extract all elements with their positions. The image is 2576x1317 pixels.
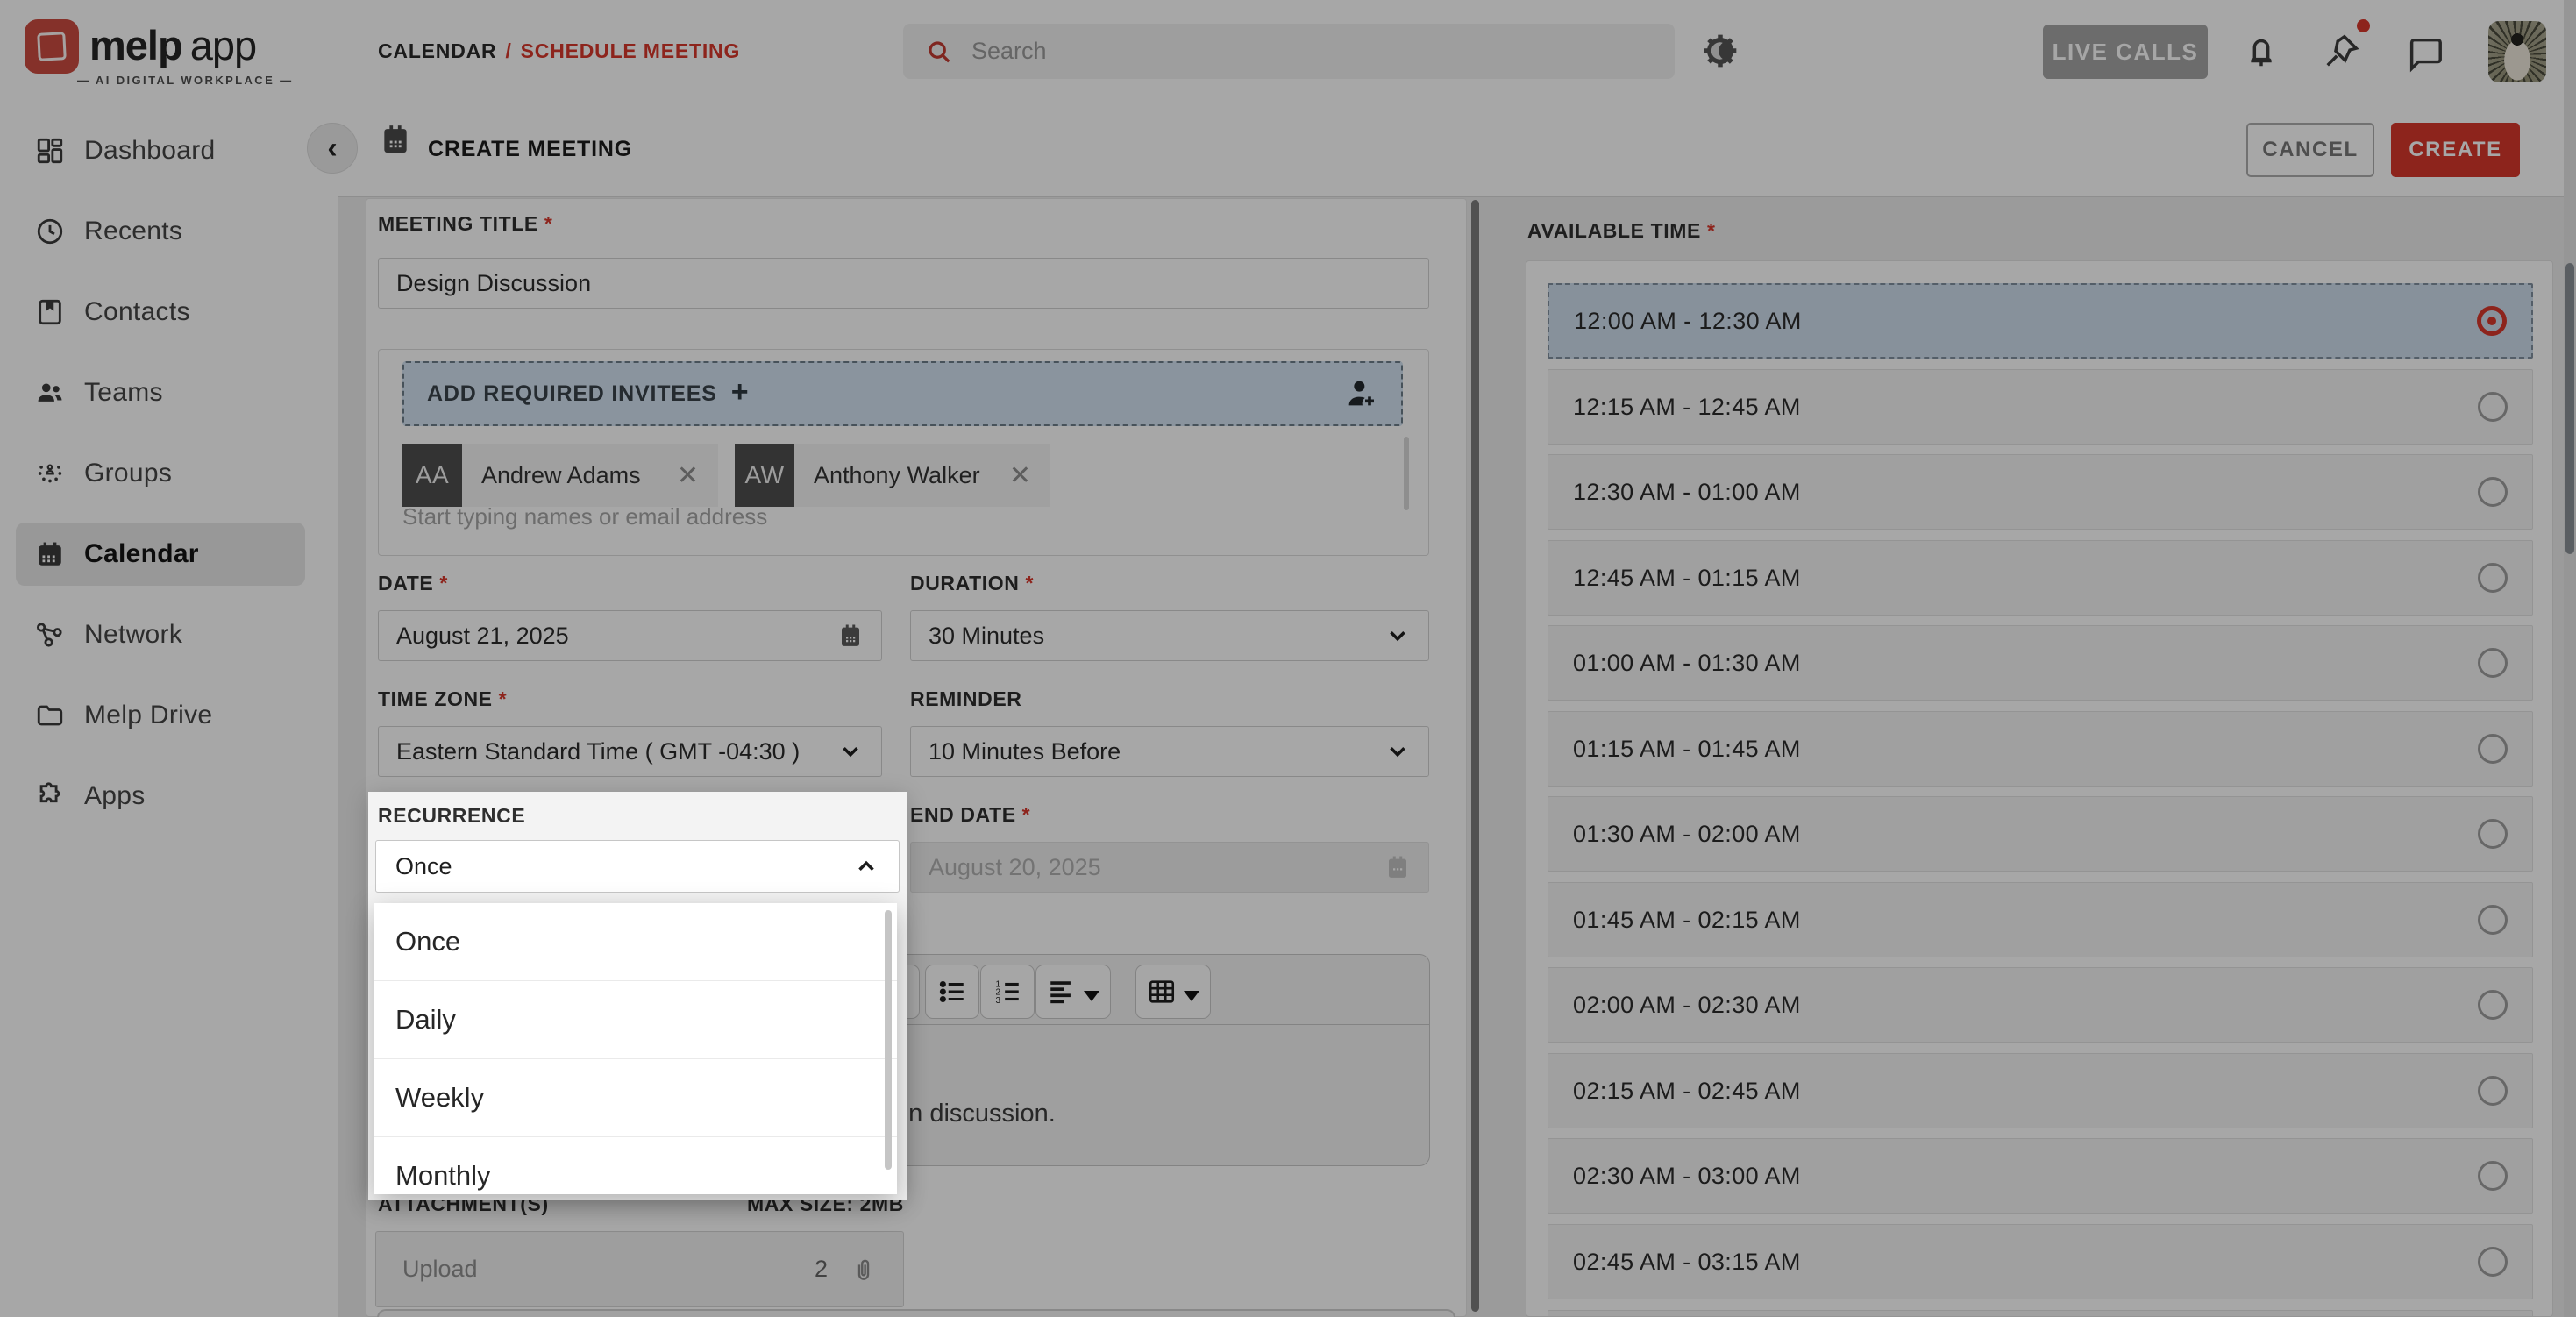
- recurrence-option-once[interactable]: Once: [374, 903, 897, 981]
- recurrence-option-daily[interactable]: Daily: [374, 981, 897, 1059]
- melp-app: CALENDAR / SCHEDULE MEETING LIVE CALLS m…: [0, 0, 2576, 1317]
- recurrence-option-monthly[interactable]: Monthly: [374, 1137, 897, 1194]
- chevron-up-icon: [853, 853, 879, 879]
- recurrence-options-list: Once Daily Weekly Monthly: [374, 903, 897, 1194]
- recurrence-list-scrollbar[interactable]: [885, 910, 892, 1170]
- recurrence-option-weekly[interactable]: Weekly: [374, 1059, 897, 1137]
- recurrence-select[interactable]: Once: [375, 840, 900, 893]
- recurrence-label: RECURRENCE: [378, 804, 525, 828]
